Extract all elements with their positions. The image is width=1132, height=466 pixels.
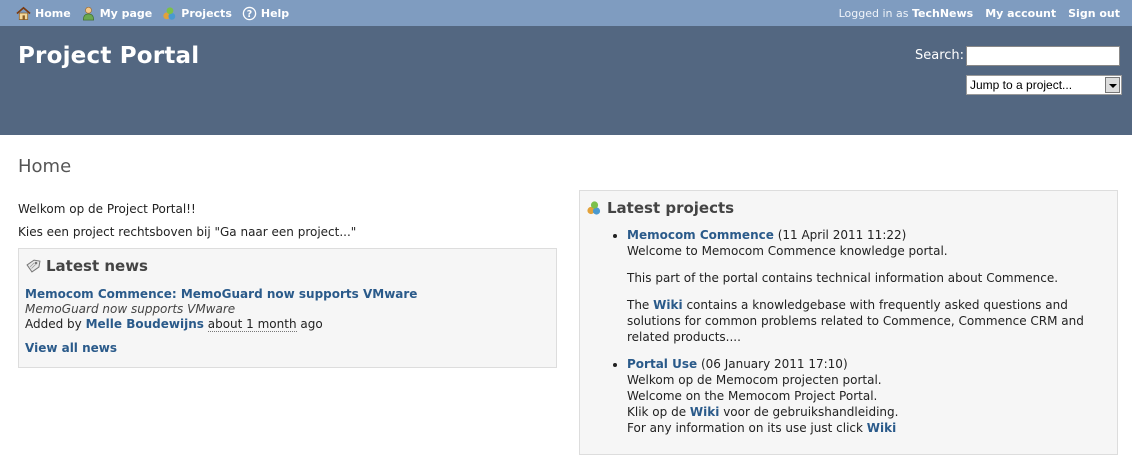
news-author-link[interactable]: Melle Boudewijns (86, 317, 204, 331)
user-icon (82, 6, 94, 20)
project-desc-line: Welkom op de Memocom projecten portal. (627, 373, 882, 387)
top-menu-my-page[interactable]: My page (81, 6, 153, 21)
top-menu-help-label: Help (260, 6, 290, 20)
desc-text: The (627, 298, 650, 312)
top-menu-home[interactable]: Home (16, 6, 71, 21)
latest-news-box: Latest news Memocom Commence: MemoGuard … (18, 248, 557, 368)
top-menu-left: Home My page Projects ? Help (16, 0, 289, 26)
search-label: Search: (915, 48, 965, 63)
top-menu-projects-label: Projects (181, 6, 232, 20)
help-icon: ? (242, 6, 257, 20)
logged-in-prefix: Logged in as (838, 6, 909, 20)
project-desc-line: Welcome to Memocom Commence knowledge po… (627, 244, 948, 258)
latest-news-heading: Latest news (25, 257, 550, 275)
instruction-text: Kies een project rechtsboven bij "Ga naa… (18, 225, 357, 239)
svg-text:?: ? (247, 8, 252, 19)
top-menu-projects[interactable]: Projects (162, 6, 232, 21)
top-menu-my-page-label: My page (99, 6, 153, 20)
projects-list: Memocom Commence (11 April 2011 11:22) W… (586, 227, 1111, 436)
sign-out-link[interactable]: Sign out (1068, 7, 1120, 20)
top-menu-right: Logged in as TechNews My account Sign ou… (839, 0, 1120, 26)
project-desc-paragraph: The Wiki contains a knowledgebase with f… (627, 297, 1111, 345)
latest-news-heading-label: Latest news (46, 257, 148, 275)
wiki-link[interactable]: Wiki (867, 421, 896, 435)
header: Project Portal Search: Jump to a project… (0, 26, 1132, 135)
desc-text: Klik op de (627, 405, 687, 419)
page-title: Home (18, 156, 72, 177)
site-title: Project Portal (18, 43, 200, 69)
search-input[interactable] (966, 46, 1120, 66)
news-item-summary: MemoGuard now supports VMware (25, 302, 236, 316)
username-link[interactable]: TechNews (912, 7, 973, 20)
projects-icon (587, 201, 601, 215)
top-menu-home-label: Home (35, 6, 71, 20)
latest-projects-heading-label: Latest projects (607, 199, 735, 217)
jump-to-project-select[interactable]: Jump to a project... (966, 75, 1122, 95)
desc-text: For any information on its use just clic… (627, 421, 863, 435)
project-link-portal-use[interactable]: Portal Use (627, 357, 697, 371)
project-link-memocom-commence[interactable]: Memocom Commence (627, 228, 774, 242)
news-date: about 1 month (207, 317, 297, 332)
my-account-link[interactable]: My account (985, 7, 1056, 20)
project-desc-line: This part of the portal contains technic… (627, 271, 1059, 285)
projects-icon (163, 6, 176, 20)
desc-text: voor de gebruikshandleiding. (723, 405, 899, 419)
news-item-author-line: Added by Melle Boudewijns about 1 month … (25, 317, 550, 332)
home-icon (16, 6, 31, 20)
news-item-title-link[interactable]: Memocom Commence: MemoGuard now supports… (25, 287, 550, 301)
project-date: (11 April 2011 11:22) (777, 228, 907, 242)
view-all-news-link[interactable]: View all news (25, 341, 117, 355)
list-item: Portal Use (06 January 2011 17:10) Welko… (627, 356, 1111, 436)
top-menu-help[interactable]: ? Help (242, 6, 289, 21)
wiki-link[interactable]: Wiki (690, 405, 719, 419)
desc-text: contains a knowledgebase with frequently… (627, 298, 1084, 344)
news-tag-icon (26, 259, 41, 273)
list-item: Memocom Commence (11 April 2011 11:22) W… (627, 227, 1111, 345)
added-by-label: Added by (25, 317, 82, 331)
chevron-down-icon[interactable] (1105, 77, 1120, 93)
welcome-text: Welkom op de Project Portal!! (18, 202, 196, 216)
latest-projects-box: Latest projects Memocom Commence (11 Apr… (579, 190, 1118, 455)
latest-projects-heading: Latest projects (586, 199, 1111, 217)
project-desc-line: Welcome on the Memocom Project Portal. (627, 389, 878, 403)
logged-in-as: Logged in as TechNews (839, 7, 974, 20)
project-date: (06 January 2011 17:10) (700, 357, 848, 371)
wiki-link[interactable]: Wiki (653, 298, 682, 312)
jump-select-value: Jump to a project... (970, 78, 1073, 92)
ago-label: ago (300, 317, 323, 331)
top-menu: Home My page Projects ? Help Logged in a… (0, 0, 1132, 26)
